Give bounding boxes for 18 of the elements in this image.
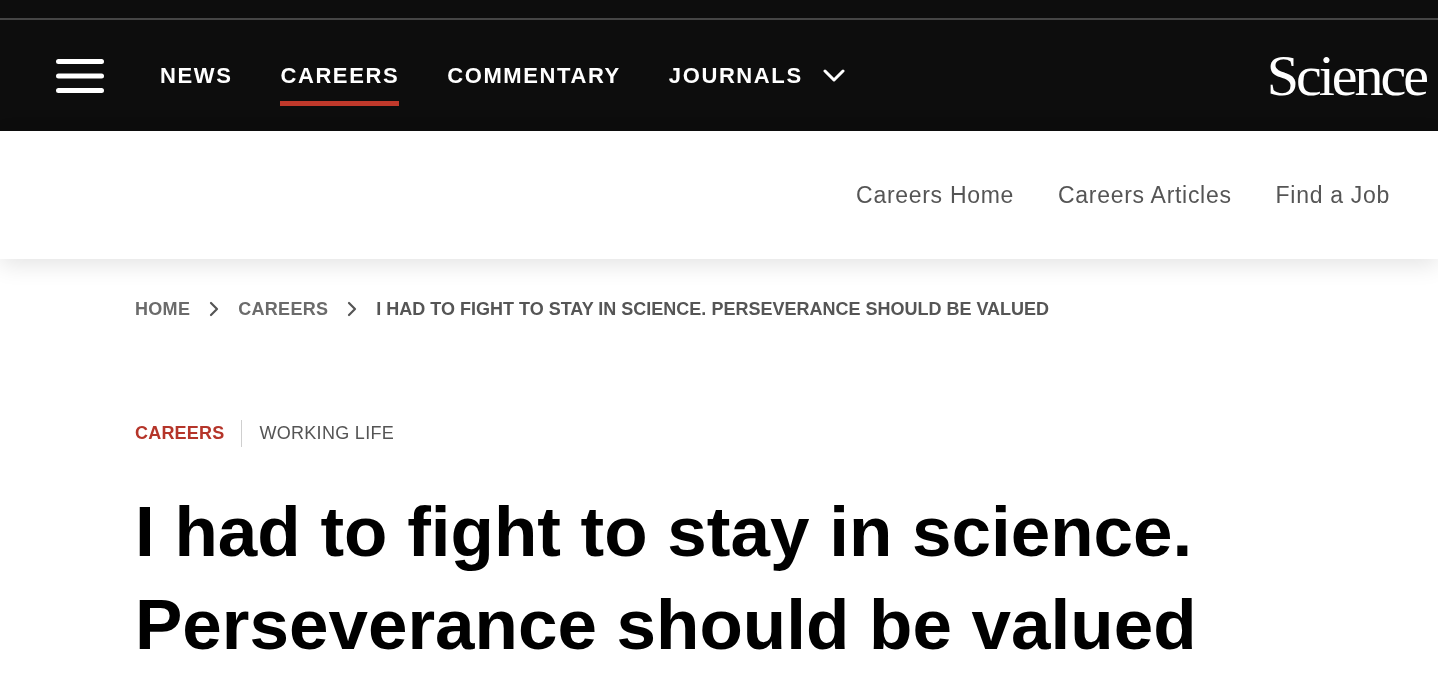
breadcrumb-link[interactable]: HOME: [135, 298, 191, 320]
menu-icon[interactable]: [56, 58, 104, 93]
breadcrumb-link[interactable]: CAREERS: [238, 298, 329, 320]
sub-nav-link[interactable]: Find a Job: [1275, 180, 1390, 210]
chevron-right-icon: [347, 301, 358, 317]
site-logo[interactable]: Science: [1266, 45, 1430, 106]
nav-tab[interactable]: NEWS: [160, 45, 233, 106]
nav-tab[interactable]: COMMENTARY: [447, 45, 621, 106]
sub-nav-link[interactable]: Careers Articles: [1058, 180, 1232, 210]
breadcrumb-current: I HAD TO FIGHT TO STAY IN SCIENCE. PERSEVERANCE SHOULD BE VALUED: [376, 298, 1050, 320]
section-link[interactable]: CAREERS: [135, 422, 225, 444]
chevron-right-icon: [209, 301, 220, 317]
caret-icon: [822, 69, 845, 82]
nav-dropdown[interactable]: JOURNALS: [668, 45, 845, 106]
article-headline: I had to fight to stay in science. Perseverance should be valued: [135, 491, 1198, 666]
sub-nav-link[interactable]: Careers Home: [856, 180, 1015, 210]
category-link[interactable]: WORKING LIFE: [259, 422, 395, 444]
nav-tab[interactable]: CAREERS: [280, 45, 400, 106]
